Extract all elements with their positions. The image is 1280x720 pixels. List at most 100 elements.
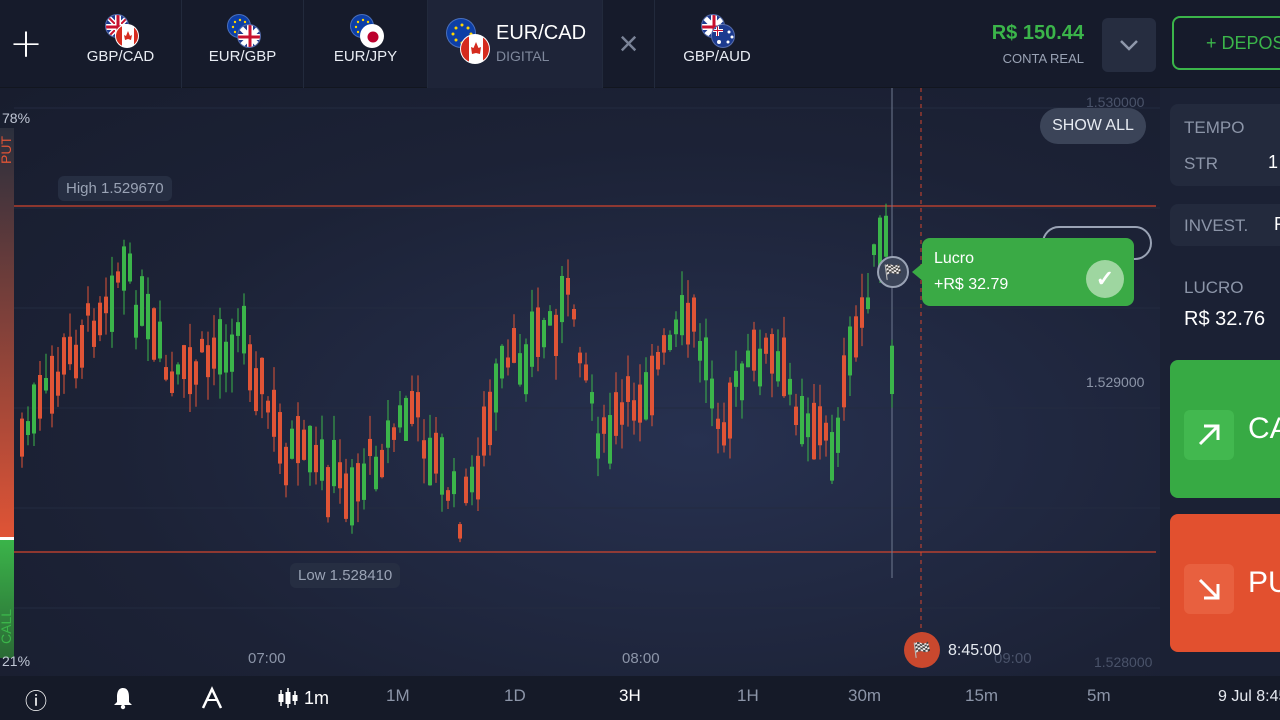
- candle-body: [122, 246, 126, 291]
- tab-label: EUR/GBP: [208, 48, 277, 65]
- candle-body: [38, 375, 42, 419]
- candle-body: [698, 341, 702, 361]
- tab-gbp-cad[interactable]: GBP/CAD: [60, 0, 182, 88]
- candle-body: [368, 438, 372, 457]
- candle-body: [272, 389, 276, 437]
- period-3H[interactable]: 3H: [619, 686, 641, 706]
- candle-body: [590, 392, 594, 404]
- candle-body: [788, 378, 792, 395]
- profit-value: R$ 32.76: [1184, 308, 1266, 330]
- candle-body: [260, 357, 264, 395]
- card-pointer-icon: [912, 262, 924, 282]
- add-asset-button[interactable]: +: [0, 0, 52, 88]
- price-axis-mid: 1.529000: [1086, 374, 1145, 390]
- period-15m[interactable]: 15m: [965, 686, 998, 706]
- candle-body: [620, 402, 624, 425]
- tab-gbp-aud[interactable]: GBP/AUD: [656, 0, 778, 88]
- candle-body: [776, 351, 780, 382]
- profit-card[interactable]: Lucro +R$ 32.79 ✓: [912, 238, 1134, 306]
- call-label: CALL: [0, 608, 14, 644]
- candle-body: [392, 427, 396, 440]
- period-30m[interactable]: 30m: [848, 686, 881, 706]
- candle-body: [704, 337, 708, 381]
- candle-body: [542, 319, 546, 348]
- info-icon[interactable]: ⓘ: [25, 684, 47, 716]
- candle-body: [62, 337, 66, 375]
- flag-pair-icon: [346, 14, 386, 50]
- call-button[interactable]: CALL: [1170, 360, 1280, 498]
- price-chart[interactable]: 78% PUT CALL 21% High 1.529670 Low 1.528…: [0, 88, 1160, 676]
- expiry-time: 8:45:00: [948, 642, 1002, 659]
- candle-body: [614, 392, 618, 436]
- candle-body: [536, 307, 540, 357]
- tab-eur-gbp[interactable]: EUR/GBP: [182, 0, 304, 88]
- candle-body: [800, 395, 804, 445]
- flag-pair-icon: [446, 18, 490, 64]
- candle-body: [176, 364, 180, 375]
- candle-body: [56, 371, 60, 396]
- candle-body: [278, 412, 282, 464]
- candle-body: [236, 322, 240, 336]
- drawing-tools-icon[interactable]: [200, 686, 224, 716]
- bell-icon[interactable]: [112, 686, 134, 715]
- candle-body: [296, 416, 300, 464]
- candle-body: [752, 329, 756, 371]
- candle-body: [416, 392, 420, 418]
- period-1M[interactable]: 1M: [386, 686, 410, 706]
- put-button[interactable]: PUT: [1170, 514, 1280, 652]
- price-axis-top: 1.530000: [1086, 94, 1145, 110]
- candle-body: [74, 344, 78, 379]
- current-date: 9 Jul 8:45: [1218, 688, 1280, 705]
- candle-body: [596, 433, 600, 459]
- high-price-label: High 1.529670: [58, 176, 172, 201]
- deposit-button[interactable]: + DEPOSITAR: [1172, 16, 1280, 70]
- candle-body: [452, 471, 456, 495]
- candle-body: [716, 418, 720, 429]
- tab-eur-cad[interactable]: EUR/CAD DIGITAL: [428, 0, 603, 88]
- show-all-button[interactable]: SHOW ALL: [1040, 108, 1146, 144]
- put-percentage: 78%: [2, 110, 31, 126]
- put-label: PUT: [0, 136, 14, 164]
- candle-interval-selector[interactable]: 1m: [276, 686, 329, 710]
- account-balance[interactable]: R$ 150.44 CONTA REAL: [992, 22, 1084, 66]
- candlestick-chart[interactable]: [0, 88, 1160, 676]
- period-1H[interactable]: 1H: [737, 686, 759, 706]
- call-button-label: CALL: [1248, 412, 1280, 445]
- candle-body: [836, 417, 840, 453]
- period-1D[interactable]: 1D: [504, 686, 526, 706]
- japan-flag-icon: [359, 24, 384, 48]
- candle-body: [314, 444, 318, 473]
- investment-value: R: [1274, 214, 1280, 235]
- candle-body: [86, 303, 90, 316]
- candle-body: [332, 439, 336, 487]
- tab-eur-jpy[interactable]: EUR/JPY: [304, 0, 428, 88]
- profit-card-value: +R$ 32.79: [934, 276, 1009, 293]
- candle-body: [500, 345, 504, 379]
- period-5m[interactable]: 5m: [1087, 686, 1111, 706]
- candle-body: [782, 337, 786, 397]
- account-type: CONTA REAL: [1002, 51, 1084, 66]
- candle-body: [152, 308, 156, 360]
- candle-body: [254, 368, 258, 412]
- close-tab-icon[interactable]: ×: [603, 0, 655, 88]
- candle-body: [650, 355, 654, 416]
- flag-pair-icon: [223, 14, 263, 50]
- bottom-toolbar: ⓘ 1m 1M 1D 3H 1H 30m 15m 5m 9 Jul 8:45: [0, 676, 1280, 720]
- australia-flag-icon: [711, 24, 735, 48]
- canada-flag-icon: [114, 24, 139, 48]
- time-selector[interactable]: TEMPO STR 1: [1170, 104, 1280, 186]
- candle-body: [50, 355, 54, 414]
- account-dropdown-button[interactable]: [1102, 18, 1156, 72]
- candle-body: [446, 490, 450, 501]
- candle-body: [770, 334, 774, 374]
- candle-body: [356, 463, 360, 502]
- candle-body: [554, 314, 558, 356]
- candle-body: [410, 391, 414, 424]
- candle-body: [644, 372, 648, 420]
- candle-body: [338, 462, 342, 489]
- arrow-up-right-icon: [1184, 410, 1234, 460]
- investment-input[interactable]: INVEST. R: [1170, 204, 1280, 246]
- flag-pair-icon: [697, 14, 737, 50]
- expiry-flag-icon[interactable]: 🏁: [904, 632, 940, 668]
- candle-body: [398, 405, 402, 428]
